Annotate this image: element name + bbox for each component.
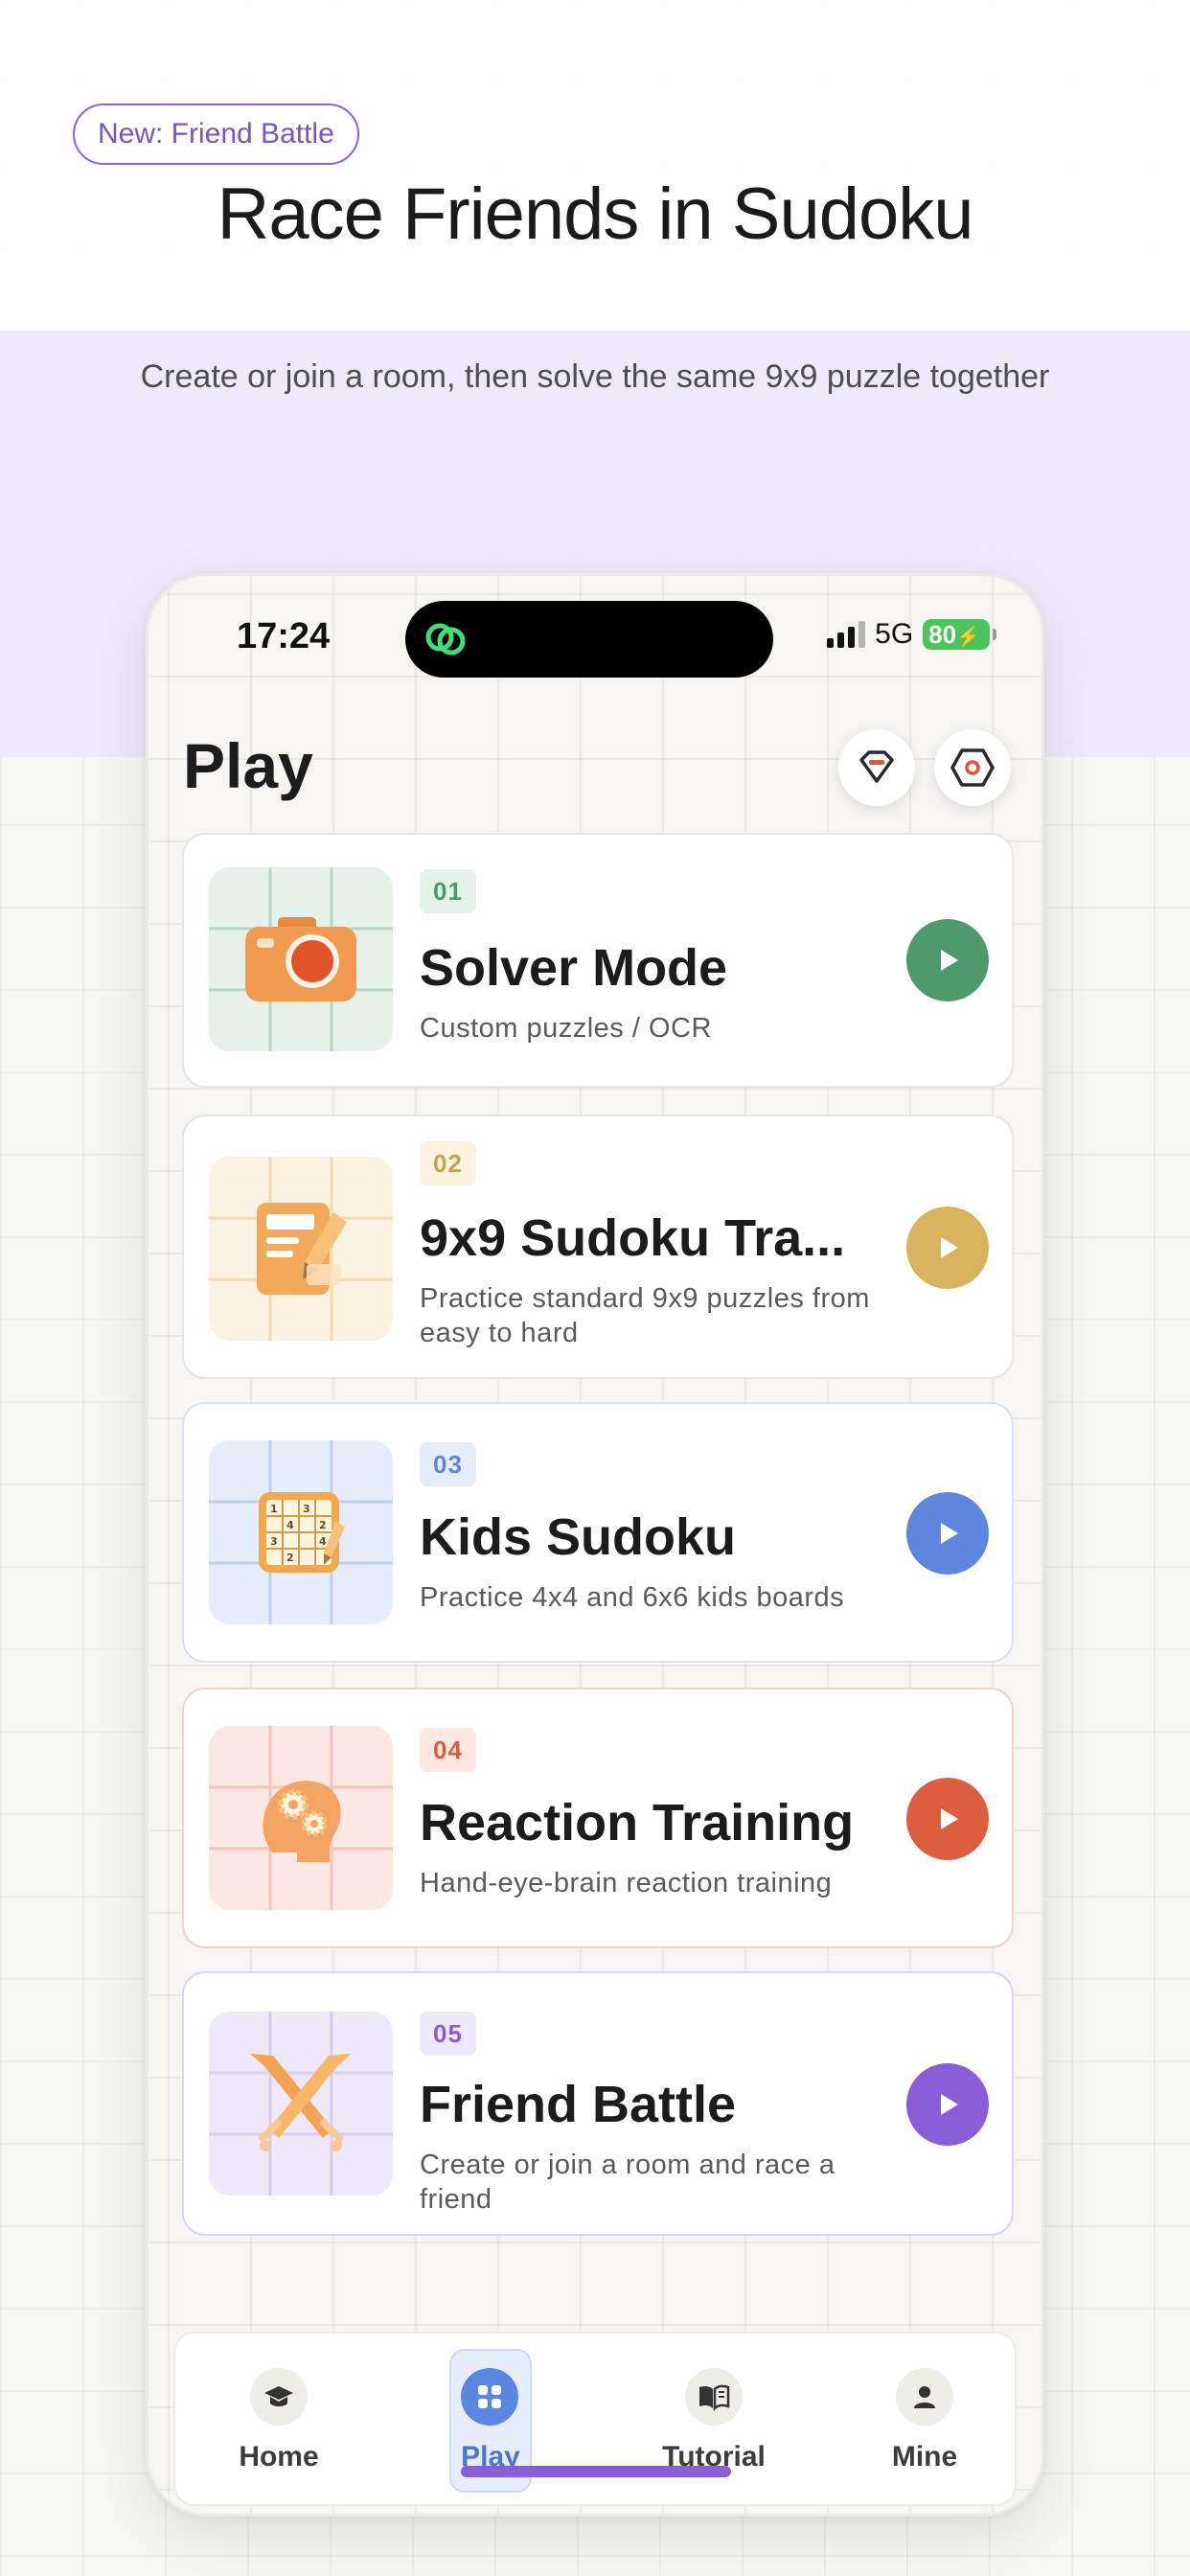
play-icon: [941, 2094, 958, 2115]
mode-card-9x9-training[interactable]: 02 9x9 Sudoku Tra... Practice standard 9…: [182, 1115, 1014, 1379]
tab-icon-wrap: [461, 2368, 518, 2426]
gem-button[interactable]: [838, 729, 915, 806]
play-icon: [941, 1237, 958, 1258]
tab-icon-wrap: [685, 2368, 743, 2426]
status-indicators: 5G 80⚡: [827, 618, 996, 651]
mode-description: Practice standard 9x9 puzzles from easy …: [420, 1283, 870, 1348]
promo-subline: Create or join a room, then solve the sa…: [140, 358, 1050, 395]
tab-tutorial[interactable]: Tutorial: [637, 2334, 790, 2508]
page-title: Play: [183, 730, 313, 801]
mode-title: Kids Sudoku: [420, 1508, 737, 1566]
mode-title: Reaction Training: [420, 1794, 855, 1852]
settings-button[interactable]: [934, 729, 1011, 806]
play-icon: [941, 1808, 958, 1829]
battery-level: 80: [928, 620, 957, 649]
mode-card-solver[interactable]: 01 Solver Mode Custom puzzles / OCR: [182, 833, 1014, 1088]
tab-label: Home: [239, 2441, 319, 2472]
play-button[interactable]: [906, 919, 989, 1001]
book-icon: [699, 2384, 730, 2411]
mode-number: 04: [420, 1728, 476, 1772]
tab-icon-wrap: [896, 2368, 953, 2426]
battery-indicator: 80⚡: [923, 619, 996, 650]
charging-bolt-icon: ⚡: [956, 627, 980, 648]
card-thumbnail: [209, 1726, 393, 1910]
card-thumbnail: [209, 2012, 393, 2196]
tab-mine[interactable]: Mine: [848, 2334, 1001, 2508]
play-icon: [941, 950, 958, 971]
mode-number: 03: [420, 1442, 476, 1486]
mode-title: Solver Mode: [420, 939, 728, 997]
tab-icon-wrap: [250, 2368, 308, 2426]
mode-number: 01: [420, 869, 476, 913]
play-icon: [941, 1523, 958, 1544]
grid-icon: [478, 2385, 501, 2408]
graduation-cap-icon: [264, 2386, 293, 2406]
notepad-pencil-icon: [257, 1203, 347, 1295]
card-thumbnail: 13 42 34 2: [209, 1440, 393, 1624]
dynamic-island: [405, 601, 773, 678]
card-thumbnail: [209, 867, 393, 1051]
tab-label: Mine: [891, 2441, 958, 2472]
promo-header-area: [0, 0, 1190, 331]
mode-description: Practice 4x4 and 6x6 kids boards: [420, 1582, 845, 1613]
svg-text:3: 3: [303, 1503, 310, 1515]
mode-description: Create or join a room and race a friend: [420, 2150, 835, 2215]
brain-gears-icon: [263, 1781, 341, 1862]
network-type: 5G: [875, 618, 914, 650]
mode-number: 05: [420, 2012, 476, 2056]
cellular-signal-icon: [827, 621, 866, 648]
play-button[interactable]: [906, 2063, 989, 2146]
mode-description: Custom puzzles / OCR: [420, 1013, 712, 1044]
svg-text:3: 3: [270, 1535, 278, 1548]
new-feature-badge: New: Friend Battle: [73, 104, 359, 165]
mode-description: Hand-eye-brain reaction training: [420, 1868, 833, 1898]
play-button[interactable]: [906, 1778, 989, 1860]
person-icon: [914, 2386, 935, 2408]
sudoku-board-icon: 13 42 34 2: [259, 1492, 345, 1573]
mode-card-reaction-training[interactable]: 04 Reaction Training Hand-eye-brain reac…: [182, 1688, 1014, 1948]
link-rings-icon: [425, 623, 466, 656]
tab-home[interactable]: Home: [202, 2334, 355, 2508]
promo-headline: Race Friends in Sudoku: [217, 173, 973, 255]
svg-text:1: 1: [270, 1503, 278, 1515]
card-thumbnail: [209, 1157, 393, 1341]
mode-card-friend-battle[interactable]: 05 Friend Battle Create or join a room a…: [182, 1971, 1014, 2236]
svg-text:2: 2: [286, 1552, 294, 1564]
svg-text:4: 4: [286, 1519, 294, 1531]
home-indicator: [461, 2466, 731, 2477]
mode-title: 9x9 Sudoku Tra...: [420, 1209, 846, 1267]
crossed-swords-icon: [250, 2054, 352, 2151]
mode-card-kids-sudoku[interactable]: 13 42 34 2 03 Kids Sudoku Practice 4x4 a…: [182, 1402, 1014, 1663]
svg-text:2: 2: [319, 1519, 327, 1531]
play-button[interactable]: [906, 1492, 989, 1575]
bottom-tab-bar: Home Play Tutorial Mine: [173, 2332, 1017, 2506]
tab-play[interactable]: Play: [423, 2334, 576, 2508]
camera-icon: [245, 917, 356, 1001]
phone-frame: 17:24 5G 80⚡ Play 01 Solver Mode Custom …: [146, 573, 1044, 2517]
mode-number: 02: [420, 1141, 476, 1185]
hexagon-settings-icon: [950, 748, 995, 787]
mode-title: Friend Battle: [420, 2076, 737, 2133]
gem-icon: [859, 750, 894, 783]
play-button[interactable]: [906, 1207, 989, 1289]
svg-text:4: 4: [319, 1535, 327, 1548]
status-time: 17:24: [237, 616, 331, 656]
